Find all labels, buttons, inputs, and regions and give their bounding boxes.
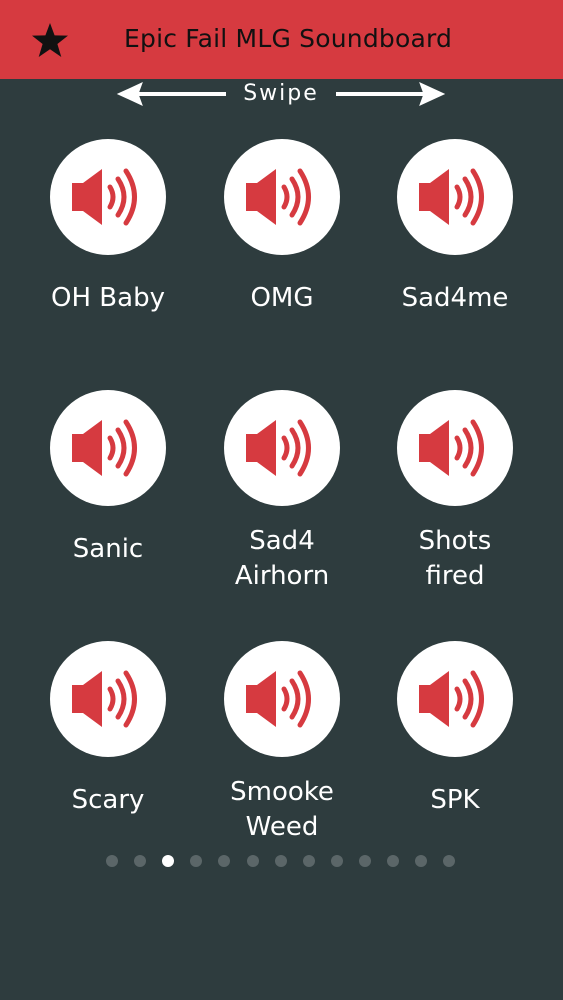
sound-label: SPK	[430, 785, 480, 815]
sound-button[interactable]: OH Baby	[23, 139, 193, 339]
sound-label: Sad4 Airhorn	[234, 526, 330, 591]
sound-button[interactable]: Scary	[23, 641, 193, 841]
page-indicator	[106, 855, 458, 867]
sound-label: Sanic	[72, 534, 144, 564]
sound-label: Sad4me	[401, 283, 509, 313]
sound-button[interactable]: Smooke Weed	[197, 641, 367, 842]
sound-label: Scary	[71, 785, 145, 815]
page-dot[interactable]	[359, 855, 371, 867]
speaker-icon[interactable]	[397, 139, 513, 255]
sound-button[interactable]: Sad4 Airhorn	[197, 390, 367, 591]
page-dot[interactable]	[162, 855, 174, 867]
page-dot[interactable]	[387, 855, 399, 867]
speaker-icon[interactable]	[50, 139, 166, 255]
page-dot[interactable]	[331, 855, 343, 867]
speaker-icon[interactable]	[224, 390, 340, 506]
page-dot[interactable]	[218, 855, 230, 867]
page-dot[interactable]	[247, 855, 259, 867]
sound-label: Smooke Weed	[230, 777, 334, 842]
page-dot[interactable]	[190, 855, 202, 867]
page-dot[interactable]	[134, 855, 146, 867]
sound-button[interactable]: Shots fired	[370, 390, 540, 591]
speaker-icon[interactable]	[397, 641, 513, 757]
sound-button[interactable]: SPK	[370, 641, 540, 841]
sound-label: Shots fired	[418, 526, 492, 591]
page-dot[interactable]	[303, 855, 315, 867]
sound-button[interactable]: Sanic	[23, 390, 193, 590]
speaker-icon[interactable]	[50, 390, 166, 506]
speaker-icon[interactable]	[50, 641, 166, 757]
page-dot[interactable]	[275, 855, 287, 867]
page-dot[interactable]	[415, 855, 427, 867]
speaker-icon[interactable]	[224, 139, 340, 255]
sound-button[interactable]: Sad4me	[370, 139, 540, 339]
sound-grid: OH Baby OMG Sad4me Sanic Sad4 Airhorn Shots f…	[0, 0, 563, 1000]
sound-label: OMG	[250, 283, 314, 313]
speaker-icon[interactable]	[224, 641, 340, 757]
sound-button[interactable]: OMG	[197, 139, 367, 339]
sound-label: OH Baby	[51, 283, 165, 313]
page-dot[interactable]	[443, 855, 455, 867]
speaker-icon[interactable]	[397, 390, 513, 506]
page-dot[interactable]	[106, 855, 118, 867]
